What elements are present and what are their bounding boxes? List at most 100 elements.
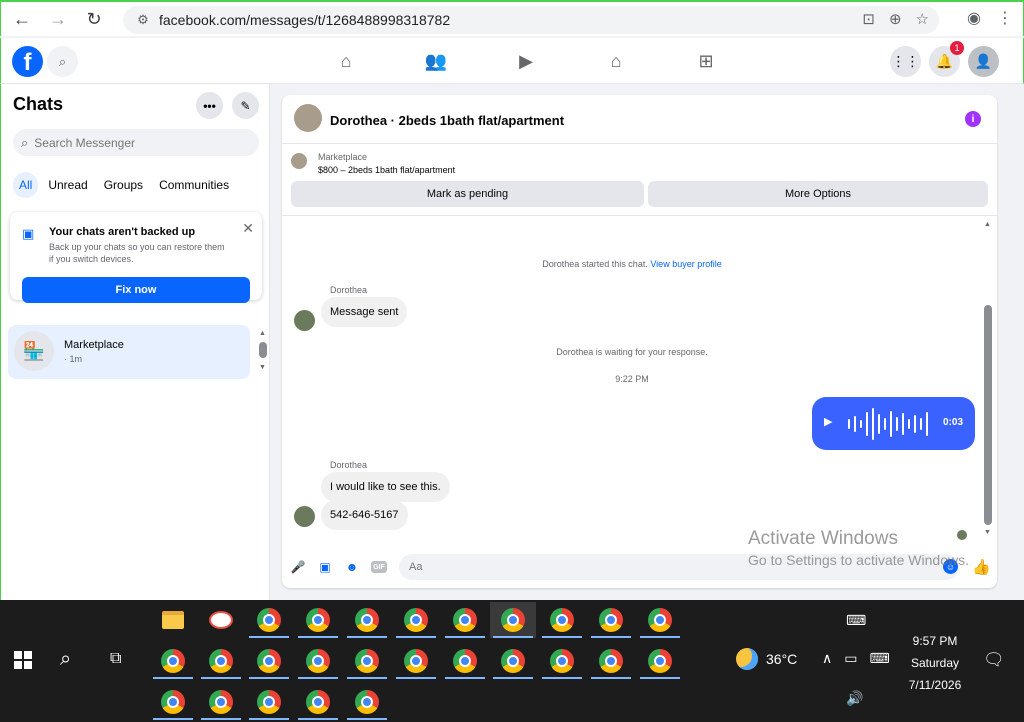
chat-options-icon[interactable]: ••• (196, 92, 223, 119)
system-message-started: Dorothea started this chat. View buyer p… (542, 259, 722, 269)
chat-item-marketplace[interactable]: 🏪 Marketplace · 1m (8, 325, 250, 379)
chrome-icon[interactable] (637, 602, 683, 638)
message-bubble[interactable]: I would like to see this. (321, 472, 450, 502)
reload-button[interactable]: ↻ (79, 4, 109, 34)
chrome-icon[interactable] (198, 643, 244, 679)
address-bar[interactable]: ⚙ facebook.com/messages/t/12684889983187… (123, 6, 939, 34)
tab-all[interactable]: All (13, 172, 39, 198)
chrome-icon[interactable] (246, 602, 292, 638)
chrome-icon[interactable] (490, 602, 536, 638)
sticker-icon[interactable]: ☻ (344, 559, 360, 575)
taskbar-search-icon[interactable]: ⌕ (60, 648, 71, 671)
browser-menu-icon[interactable]: ⋮ (997, 8, 1013, 28)
chrome-icon[interactable] (442, 602, 488, 638)
task-view-icon[interactable]: ⧉ (110, 650, 121, 668)
weather-widget[interactable]: 36°C (736, 648, 797, 670)
chrome-icon[interactable] (295, 643, 341, 679)
chrome-icon[interactable] (588, 602, 634, 638)
chrome-icon[interactable] (539, 602, 585, 638)
sidebar-scrollbar[interactable]: ▲ ▼ (258, 330, 268, 374)
emoji-icon[interactable]: ☺ (943, 559, 958, 574)
facebook-search-icon[interactable]: ⌕ (47, 46, 78, 77)
message-bubble[interactable]: Message sent (321, 297, 408, 327)
view-buyer-profile-link[interactable]: View buyer profile (650, 259, 721, 269)
gaming-icon[interactable]: ⊞ (661, 38, 751, 84)
chrome-icon[interactable] (198, 684, 244, 720)
scroll-thumb[interactable] (984, 305, 992, 525)
sender-avatar[interactable] (294, 310, 315, 331)
chrome-icon[interactable] (393, 643, 439, 679)
chrome-icon[interactable] (150, 684, 196, 720)
sender-avatar[interactable] (294, 506, 315, 527)
forward-button[interactable]: → (43, 4, 73, 34)
chrome-icon[interactable] (393, 602, 439, 638)
chrome-icon[interactable] (637, 643, 683, 679)
scroll-up-icon[interactable]: ▲ (984, 221, 991, 228)
gif-icon[interactable]: GIF (371, 561, 387, 573)
marketplace-icon[interactable]: ⌂ (571, 38, 661, 84)
chrome-icon[interactable] (442, 643, 488, 679)
listing-thumbnail[interactable] (291, 153, 307, 169)
voice-message-bubble[interactable]: ▶ 0:03 (812, 397, 975, 450)
message-bubble-phone[interactable]: 542-646-5167 (321, 500, 408, 530)
mark-as-pending-button[interactable]: Mark as pending (291, 181, 644, 207)
message-input[interactable] (399, 554, 959, 580)
search-input[interactable] (34, 135, 235, 150)
facebook-logo-icon[interactable]: f (12, 46, 43, 77)
chrome-icon[interactable] (246, 684, 292, 720)
chrome-icon[interactable] (246, 643, 292, 679)
video-icon[interactable]: ▶ (481, 38, 571, 84)
chrome-icon[interactable] (539, 643, 585, 679)
microphone-icon[interactable]: 🎤 (290, 559, 306, 575)
install-app-icon[interactable]: ⊡ (862, 10, 875, 28)
chrome-icon[interactable] (344, 602, 390, 638)
tab-communities[interactable]: Communities (153, 172, 235, 198)
tab-unread[interactable]: Unread (42, 172, 93, 198)
chrome-icon[interactable] (344, 643, 390, 679)
back-button[interactable]: ← (7, 4, 37, 34)
conversation-scrollbar[interactable]: ▲ ▼ (983, 221, 993, 541)
listing-avatar[interactable] (294, 104, 322, 132)
scroll-down-icon[interactable]: ▼ (259, 364, 266, 371)
photo-icon[interactable]: ▣ (317, 559, 333, 575)
chrome-icon[interactable] (588, 643, 634, 679)
windows-start-icon[interactable] (14, 651, 32, 669)
bookmark-star-icon[interactable]: ☆ (916, 10, 929, 28)
close-icon[interactable]: ✕ (242, 220, 254, 237)
scroll-up-icon[interactable]: ▲ (259, 330, 266, 337)
play-icon[interactable]: ▶ (824, 415, 832, 428)
file-explorer-icon[interactable] (150, 602, 196, 638)
like-thumbs-up-icon[interactable]: 👍 (972, 558, 991, 576)
site-info-icon[interactable]: ⚙ (131, 12, 155, 28)
home-icon[interactable]: ⌂ (301, 38, 391, 84)
show-hidden-icons-chevron-icon[interactable]: ∧ (822, 650, 832, 667)
action-center-icon[interactable]: 🗨 (983, 650, 1005, 670)
conversation-title[interactable]: Dorothea · 2beds 1bath flat/apartment (330, 113, 564, 128)
scroll-down-icon[interactable]: ▼ (984, 529, 991, 536)
fix-now-button[interactable]: Fix now (22, 277, 250, 303)
chrome-icon[interactable] (344, 684, 390, 720)
info-icon[interactable]: i (965, 111, 981, 127)
chrome-icon[interactable] (295, 684, 341, 720)
menu-grid-icon[interactable]: ⋮⋮ (890, 46, 921, 77)
listing-price[interactable]: $800 – 2beds 1bath flat/apartment (318, 165, 455, 175)
chrome-icon[interactable] (490, 643, 536, 679)
chrome-icon[interactable] (295, 602, 341, 638)
new-message-icon[interactable]: ✎ (232, 92, 259, 119)
network-icon[interactable]: ▭ (844, 650, 857, 667)
more-options-button[interactable]: More Options (648, 181, 988, 207)
friends-icon[interactable]: 👥 (391, 38, 481, 84)
keyboard-icon[interactable]: ⌨ (869, 650, 889, 667)
chrome-icon[interactable] (150, 643, 196, 679)
taskbar-clock[interactable]: 9:57 PM Saturday 7/11/2026 (900, 630, 970, 696)
volume-icon[interactable]: 🔊 (846, 690, 863, 707)
notifications-bell-icon[interactable]: 🔔 1 (929, 41, 964, 77)
profile-icon[interactable]: ◉ (967, 8, 981, 28)
messenger-search[interactable]: ⌕ (13, 129, 259, 156)
paint-icon[interactable] (198, 602, 244, 638)
account-avatar[interactable]: 👤 (968, 46, 999, 77)
meet-now-icon[interactable]: ⌨ (846, 612, 866, 629)
tab-groups[interactable]: Groups (98, 172, 149, 198)
scroll-thumb[interactable] (259, 342, 267, 358)
zoom-icon[interactable]: ⊕ (889, 10, 902, 28)
